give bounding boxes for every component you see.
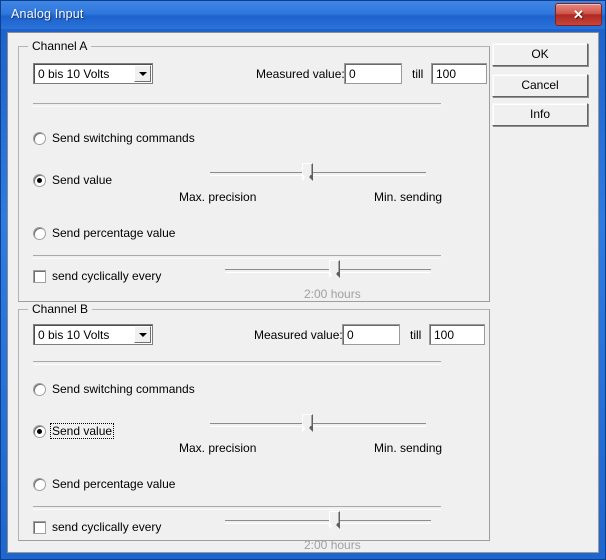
channel-a-separator-top: [33, 103, 441, 107]
channel-a-mode-switching-commands-label: Send switching commands: [52, 131, 195, 145]
channel-a-mode-percentage-value-label: Send percentage value: [52, 226, 176, 240]
channel-a-mode-send-value-label: Send value: [52, 173, 113, 187]
window-title: Analog Input: [11, 7, 84, 21]
close-icon: ✕: [573, 7, 584, 22]
channel-b-measured-from-input[interactable]: 0: [342, 324, 400, 345]
slider-track[interactable]: [210, 423, 426, 427]
checkbox-icon: [33, 270, 46, 283]
channel-a-measured-to-value: 100: [436, 67, 457, 81]
radio-icon: [33, 227, 46, 240]
channel-a-cyclic-value: 2:00 hours: [304, 287, 361, 301]
channel-b-cyclic-slider[interactable]: [225, 511, 431, 537]
channel-a-mode-send-value[interactable]: Send value: [33, 173, 223, 189]
channel-b-legend: Channel B: [28, 302, 93, 316]
channel-b-till-label: till: [410, 328, 422, 342]
channel-b-measured-from-value: 0: [347, 328, 354, 342]
radio-icon: [33, 478, 46, 491]
channel-a-min-sending-caption: Min. sending: [374, 190, 443, 204]
slider-track[interactable]: [210, 172, 426, 176]
channel-b-group: Channel B 0 bis 10 Volts Measured value:…: [18, 302, 490, 552]
channel-a-legend: Channel A: [28, 39, 92, 53]
chevron-down-icon[interactable]: [134, 65, 151, 82]
channel-b-separator-bottom: [33, 506, 441, 510]
channel-b-mode-percentage-value-label: Send percentage value: [52, 477, 176, 491]
radio-icon: [33, 383, 46, 396]
slider-thumb[interactable]: [302, 163, 313, 184]
channel-b-min-sending-caption: Min. sending: [374, 441, 443, 455]
channel-a-send-cyclically-label: send cyclically every: [52, 269, 162, 283]
channel-b-precision-slider[interactable]: [210, 414, 426, 440]
chevron-down-icon[interactable]: [134, 326, 151, 343]
channel-a-measured-from-value: 0: [349, 67, 356, 81]
channel-a-measured-label: Measured value:: [256, 67, 345, 81]
channel-a-cyclic-slider[interactable]: [225, 260, 431, 286]
dialog-client-area: OK Cancel Info Channel A 0 bis 10 Volts …: [7, 32, 599, 553]
channel-a-max-precision-caption: Max. precision: [179, 190, 257, 204]
channel-a-separator-bottom: [33, 255, 441, 259]
channel-a-range-select[interactable]: 0 bis 10 Volts: [33, 63, 153, 84]
dialog-window: Analog Input ✕ OK Cancel Info Channel A …: [0, 0, 606, 560]
channel-b-mode-percentage-value[interactable]: Send percentage value: [33, 477, 233, 493]
channel-a-mode-percentage-value[interactable]: Send percentage value: [33, 226, 233, 242]
channel-b-mode-switching-commands[interactable]: Send switching commands: [33, 382, 223, 398]
channel-b-range-select[interactable]: 0 bis 10 Volts: [33, 324, 153, 345]
channel-b-separator-top: [33, 361, 441, 365]
channel-a-range-value: 0 bis 10 Volts: [38, 67, 110, 81]
channel-b-measured-label: Measured value:: [254, 328, 343, 342]
slider-thumb[interactable]: [302, 414, 313, 435]
slider-thumb[interactable]: [329, 260, 340, 281]
channel-b-measured-to-input[interactable]: 100: [429, 324, 485, 345]
ok-button[interactable]: OK: [492, 43, 588, 66]
channel-b-mode-switching-commands-label: Send switching commands: [52, 382, 195, 396]
channel-a-till-label: till: [412, 67, 424, 81]
channel-a-group: Channel A 0 bis 10 Volts Measured value:…: [18, 39, 490, 302]
channel-b-cyclic-value: 2:00 hours: [304, 538, 361, 552]
slider-track[interactable]: [225, 269, 431, 273]
slider-thumb[interactable]: [329, 511, 340, 532]
channel-a-measured-from-input[interactable]: 0: [344, 63, 402, 84]
title-bar: Analog Input ✕: [1, 1, 605, 29]
radio-icon: [33, 174, 46, 187]
info-button[interactable]: Info: [492, 103, 588, 126]
radio-icon: [33, 425, 46, 438]
channel-b-mode-send-value-label: Send value: [49, 423, 115, 439]
channel-b-send-cyclically-label: send cyclically every: [52, 520, 162, 534]
checkbox-icon: [33, 521, 46, 534]
radio-icon: [33, 132, 46, 145]
channel-a-precision-slider[interactable]: [210, 163, 426, 189]
channel-b-max-precision-caption: Max. precision: [179, 441, 257, 455]
slider-track[interactable]: [225, 520, 431, 524]
channel-b-range-value: 0 bis 10 Volts: [38, 328, 110, 342]
channel-b-mode-send-value[interactable]: Send value: [33, 423, 223, 440]
channel-b-measured-to-value: 100: [434, 328, 455, 342]
cancel-button[interactable]: Cancel: [492, 74, 588, 97]
channel-b-send-cyclically-checkbox[interactable]: send cyclically every: [33, 520, 193, 536]
channel-a-measured-to-input[interactable]: 100: [431, 63, 487, 84]
channel-a-send-cyclically-checkbox[interactable]: send cyclically every: [33, 269, 193, 285]
channel-a-mode-switching-commands[interactable]: Send switching commands: [33, 131, 223, 147]
close-button[interactable]: ✕: [555, 3, 602, 26]
